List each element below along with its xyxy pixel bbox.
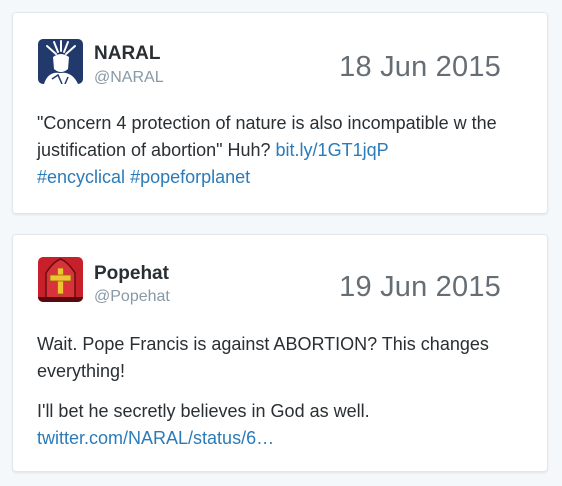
- hashtag-popeforplanet[interactable]: #popeforplanet: [130, 167, 250, 187]
- tweet-link[interactable]: twitter.com/NARAL/status/6…: [37, 428, 274, 448]
- tweet-link[interactable]: bit.ly/1GT1jqP: [276, 140, 389, 160]
- tweet-card[interactable]: Popehat @Popehat 19 Jun 2015 Wait. Pope …: [12, 234, 548, 472]
- user-handle[interactable]: @NARAL: [94, 69, 164, 87]
- user-handle[interactable]: @Popehat: [94, 288, 170, 306]
- tweet-date[interactable]: 19 Jun 2015: [339, 271, 501, 304]
- display-name[interactable]: NARAL: [94, 43, 161, 65]
- tweet-text-paragraph: I'll bet he secretly believes in God as …: [37, 398, 523, 452]
- display-name[interactable]: Popehat: [94, 263, 169, 285]
- tweet-text-body: I'll bet he secretly believes in God as …: [37, 401, 370, 421]
- avatar[interactable]: [38, 257, 83, 302]
- tweet-text: "Concern 4 protection of nature is also …: [37, 110, 523, 191]
- hashtag-encyclical[interactable]: #encyclical: [37, 167, 125, 187]
- tweet-text-paragraph: Wait. Pope Francis is against ABORTION? …: [37, 334, 489, 381]
- avatar[interactable]: [38, 39, 83, 84]
- statue-of-liberty-icon: [38, 39, 83, 84]
- pope-hat-icon: [38, 257, 83, 302]
- tweet-text-body: "Concern 4 protection of nature is also …: [37, 113, 497, 160]
- tweet-card[interactable]: NARAL @NARAL 18 Jun 2015 "Concern 4 prot…: [12, 12, 548, 214]
- tweet-date[interactable]: 18 Jun 2015: [339, 51, 501, 84]
